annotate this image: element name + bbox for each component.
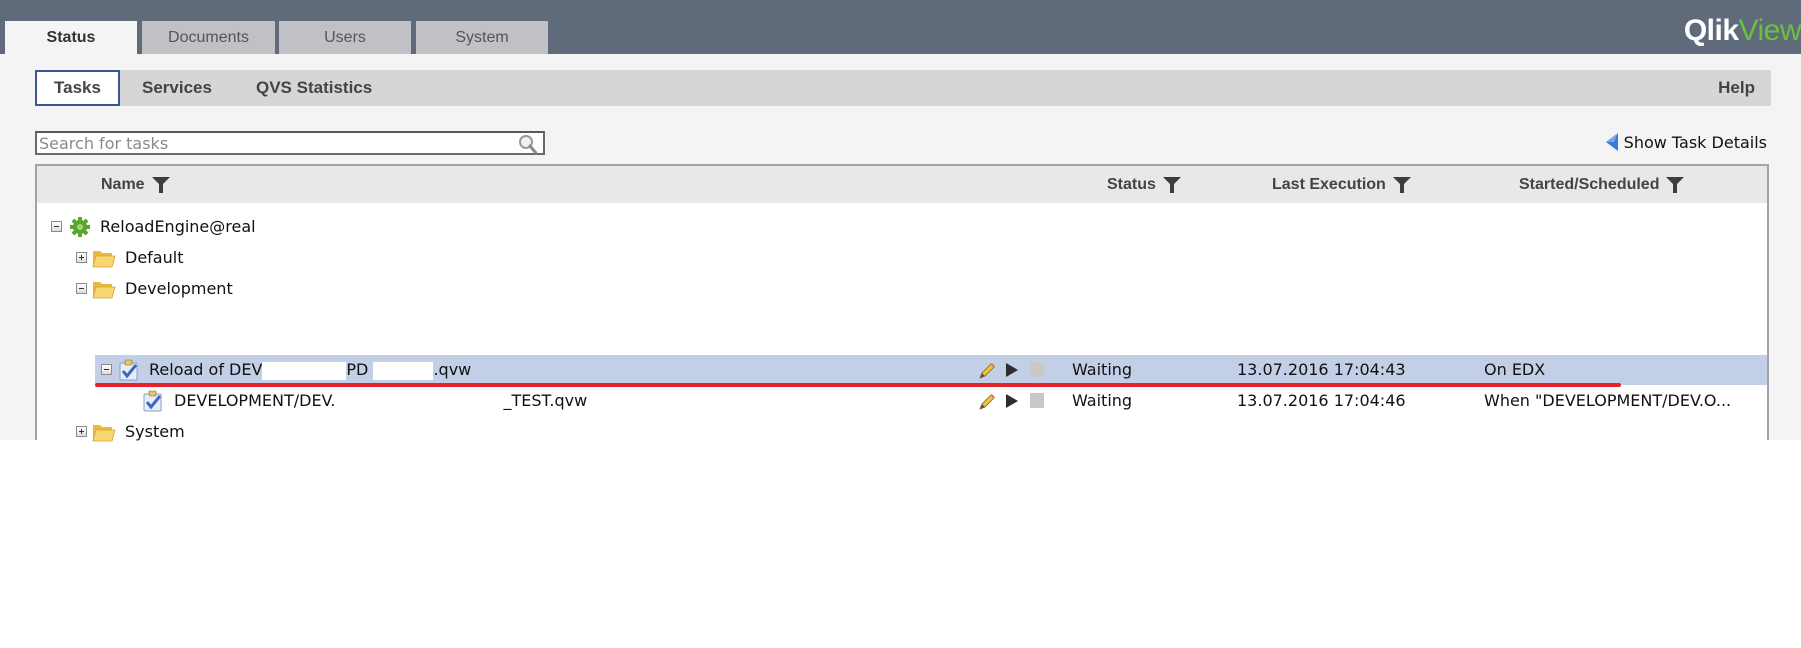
subtab-tasks[interactable]: Tasks — [35, 70, 120, 106]
task-icon — [119, 359, 138, 381]
help-link[interactable]: Help — [1718, 70, 1755, 106]
row-name: Development — [125, 279, 233, 298]
column-started-scheduled-label: Started/Scheduled — [1519, 176, 1660, 193]
tab-system[interactable]: System — [416, 21, 548, 54]
row-last-execution: 13.07.2016 17:04:46 — [1237, 391, 1406, 410]
search-input[interactable] — [37, 133, 511, 153]
tab-users[interactable]: Users — [279, 21, 411, 54]
row-name: Default — [125, 248, 184, 267]
folder-icon — [92, 251, 116, 268]
edit-pencil-icon[interactable] — [977, 362, 997, 380]
content-area: Tasks Services QVS Statistics Help Show … — [0, 54, 1801, 442]
column-last-execution[interactable]: Last Execution — [1272, 166, 1412, 203]
row-name: System — [125, 422, 185, 441]
folder-icon — [92, 282, 116, 299]
logo-qlik: Qlik — [1683, 14, 1739, 47]
column-started-scheduled[interactable]: Started/Scheduled — [1519, 166, 1685, 203]
table-header: Name Status Last Execution Started/Sched… — [37, 166, 1767, 203]
row-status: Waiting — [1072, 391, 1133, 410]
task-name-part: .qvw — [433, 360, 472, 379]
subtab-services[interactable]: Services — [142, 70, 212, 106]
show-task-details-label: Show Task Details — [1623, 132, 1767, 152]
task-name-part: DEVELOPMENT/DEV. — [174, 391, 336, 410]
tree-row-folder[interactable]: Default — [37, 243, 1767, 273]
row-started-scheduled: On EDX — [1484, 360, 1546, 379]
row-started-scheduled: When "DEVELOPMENT/DEV.O... — [1484, 391, 1732, 410]
tab-status[interactable]: Status — [5, 21, 137, 54]
sub-navigation: Tasks Services QVS Statistics Help — [35, 70, 1771, 106]
tree-row-folder[interactable]: System — [37, 417, 1767, 447]
column-status-label: Status — [1107, 176, 1156, 193]
logo-view: View — [1738, 14, 1801, 47]
redacted-text — [262, 361, 347, 380]
task-name-part: Reload of DEV — [149, 360, 263, 379]
tab-documents[interactable]: Documents — [142, 21, 275, 54]
task-row[interactable]: DEVELOPMENT/DEV. _TEST.qvw Waiting 13.07.… — [37, 386, 1767, 416]
task-name-part: _TEST.qvw — [503, 391, 588, 410]
expand-toggle[interactable] — [76, 252, 87, 263]
column-last-execution-label: Last Execution — [1272, 176, 1386, 193]
row-name: Reload of DEV PD .qvw — [149, 355, 471, 385]
task-search — [35, 131, 545, 155]
tree-row-engine[interactable]: ReloadEngine@real — [37, 212, 1767, 242]
run-play-icon[interactable] — [1005, 393, 1019, 409]
filter-icon[interactable] — [1392, 176, 1412, 194]
run-play-icon[interactable] — [1005, 362, 1019, 378]
gear-icon — [70, 217, 90, 237]
filter-icon[interactable] — [1162, 176, 1182, 194]
row-name: ReloadEngine@real — [100, 217, 256, 236]
row-last-execution: 13.07.2016 17:04:43 — [1237, 360, 1406, 379]
task-table: Name Status Last Execution Started/Sched… — [35, 164, 1769, 442]
column-name[interactable]: Name — [101, 166, 171, 203]
qlikview-logo: QlikView — [1684, 14, 1801, 48]
redacted-text — [373, 361, 434, 380]
task-row-selected[interactable]: Reload of DEV PD .qvw Waiting 13.07.2016 … — [95, 355, 1767, 385]
task-name-part: PD — [346, 360, 369, 379]
tree-row-folder[interactable]: Development — [37, 274, 1767, 304]
top-bar: Status Documents Users System QlikView — [0, 0, 1801, 54]
stop-icon[interactable] — [1030, 362, 1044, 377]
collapse-toggle[interactable] — [76, 283, 87, 294]
collapse-toggle[interactable] — [101, 364, 112, 375]
stop-icon[interactable] — [1030, 393, 1044, 408]
column-name-label: Name — [101, 176, 145, 193]
redacted-text — [335, 392, 504, 411]
task-icon — [143, 390, 162, 412]
collapse-toggle[interactable] — [51, 221, 62, 232]
column-status[interactable]: Status — [1107, 166, 1182, 203]
row-status: Waiting — [1072, 360, 1133, 379]
edit-pencil-icon[interactable] — [977, 393, 997, 411]
search-icon[interactable] — [517, 133, 539, 155]
arrow-left-icon — [1605, 133, 1618, 151]
annotation-underline — [95, 383, 1621, 387]
show-task-details-button[interactable]: Show Task Details — [1604, 132, 1767, 152]
filter-icon[interactable] — [151, 176, 171, 194]
row-name: DEVELOPMENT/DEV. _TEST.qvw — [174, 386, 587, 416]
expand-toggle[interactable] — [76, 426, 87, 437]
subtab-qvs-statistics[interactable]: QVS Statistics — [256, 70, 372, 106]
filter-icon[interactable] — [1665, 176, 1685, 194]
folder-icon — [92, 425, 116, 442]
